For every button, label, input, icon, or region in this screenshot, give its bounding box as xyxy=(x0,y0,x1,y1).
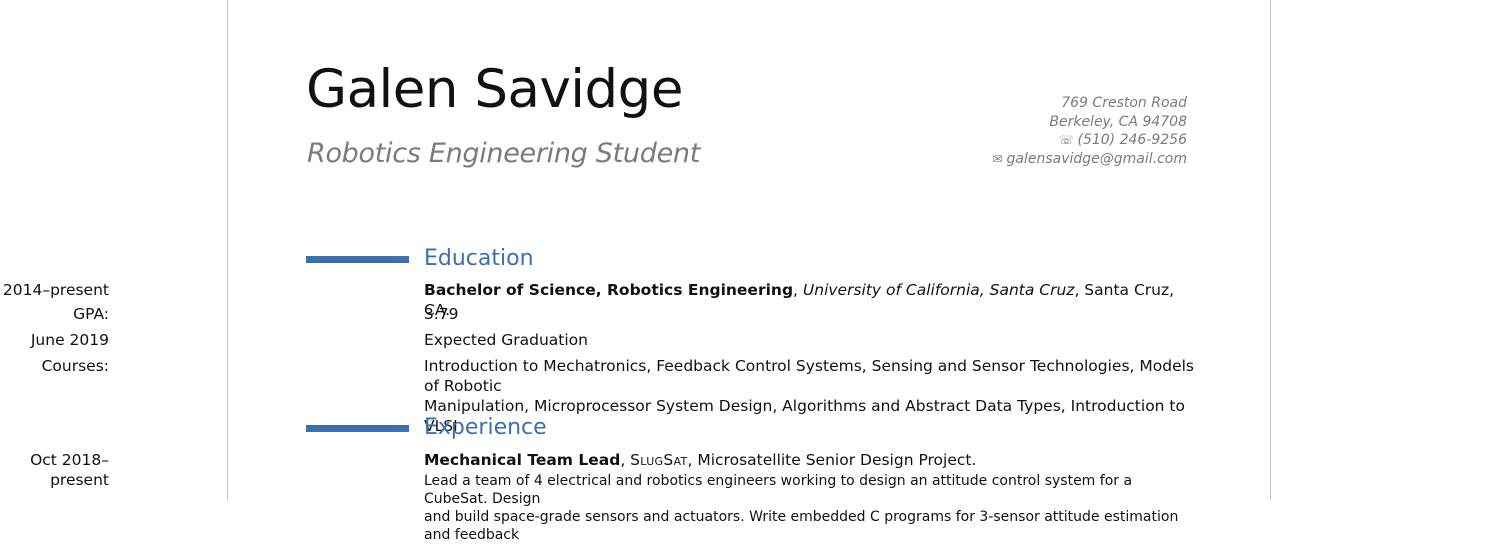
phone-icon: ☏ xyxy=(1058,133,1074,148)
resume-title: Robotics Engineering Student xyxy=(307,138,700,169)
phone-number: (510) 246-9256 xyxy=(1077,132,1188,149)
gpa-label: GPA: xyxy=(73,305,109,323)
experience-date: Oct 2018– present xyxy=(30,450,109,490)
experience-org: SlugSat xyxy=(630,451,688,469)
experience-heading: Experience xyxy=(424,415,547,440)
graduation-date: June 2019 xyxy=(30,331,109,349)
education-heading: Education xyxy=(424,246,534,271)
resume-name: Galen Savidge xyxy=(306,59,683,120)
email-address[interactable]: galensavidge@gmail.com xyxy=(1006,151,1187,167)
experience-desc-line-1: Lead a team of 4 electrical and robotics… xyxy=(424,473,1133,507)
experience-role: Mechanical Team Lead xyxy=(424,451,621,469)
degree: Bachelor of Science, Robotics Engineerin… xyxy=(424,281,794,299)
experience-date-line-1: Oct 2018– xyxy=(30,451,109,469)
experience-role-value: Mechanical Team Lead, SlugSat, Microsate… xyxy=(424,451,977,469)
address-line-2: Berkeley, CA 94708 xyxy=(1049,113,1187,130)
gpa-value: 3.79 xyxy=(424,305,459,323)
page-border-left xyxy=(227,0,228,500)
school: University of California, Santa Cruz xyxy=(802,281,1075,299)
education-date: 2014–present xyxy=(2,281,109,299)
experience-desc-line-2: and build space-grade sensors and actuat… xyxy=(424,509,1179,543)
experience-description: Lead a team of 4 electrical and robotics… xyxy=(424,472,1194,544)
graduation-value: Expected Graduation xyxy=(424,331,588,349)
education-section-bar xyxy=(306,256,409,263)
address-line-1: 769 Creston Road xyxy=(1061,95,1187,111)
experience-project: Microsatellite Senior Design Project. xyxy=(697,451,977,469)
page-border-right xyxy=(1270,0,1271,500)
phone-line: ☏ (510) 246-9256 xyxy=(992,131,1187,150)
courses-label: Courses: xyxy=(41,357,109,375)
contact-block: 769 Creston Road Berkeley, CA 94708 ☏ (51… xyxy=(992,94,1187,169)
experience-date-line-2: present xyxy=(50,471,109,489)
envelope-icon: ✉ xyxy=(992,152,1003,167)
courses-line-1: Introduction to Mechatronics, Feedback C… xyxy=(424,357,1194,395)
experience-section-bar xyxy=(306,425,409,432)
email-line: ✉ galensavidge@gmail.com xyxy=(992,150,1187,169)
